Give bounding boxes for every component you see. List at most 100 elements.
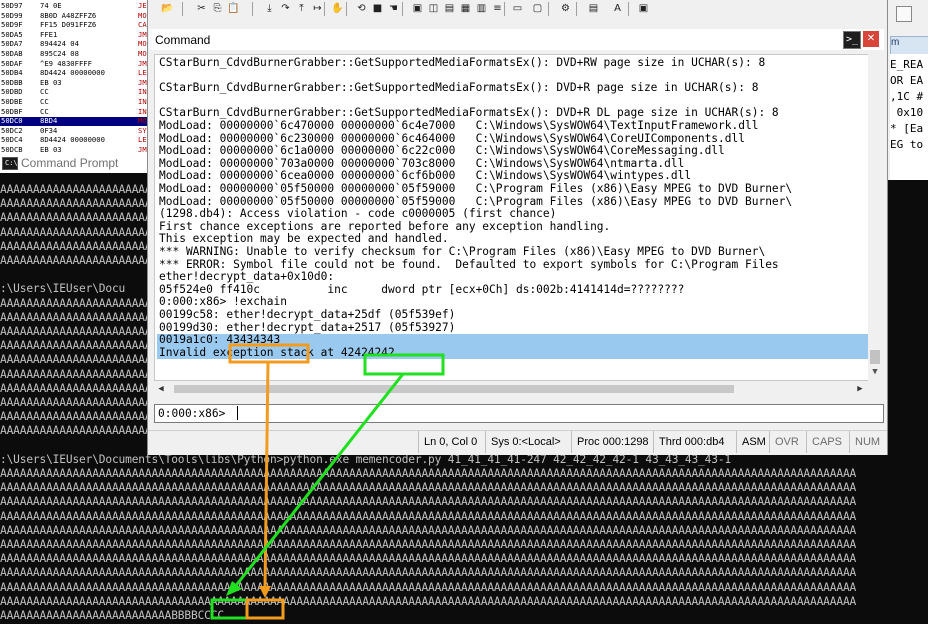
toolbar-separator xyxy=(346,2,347,16)
options-icon[interactable]: ⚙ xyxy=(558,1,573,16)
console-line: AAAAAAAAAAAAAAAAAAAAAAAAAAAAAAAAAAAAAAAA… xyxy=(0,523,857,537)
disassembly-row[interactable]: 50DAF ^E9 4830FFFF JM xyxy=(0,58,147,68)
scroll-down-icon[interactable]: ▼ xyxy=(868,365,882,379)
copy-icon[interactable]: ⎘ xyxy=(210,1,225,16)
registers-icon[interactable]: ▦ xyxy=(458,1,473,16)
disassembly-bytes: 8D4424 00000000 xyxy=(40,68,105,78)
output-line: CStarBurn_CdvdBurnerGrabber::GetSupporte… xyxy=(159,81,759,95)
console-line: AAAAAAAAAAAAAAAAAAAAAAAAAA xyxy=(0,410,172,424)
output-line: ModLoad: 00000000`6c1a0000 00000000`6c22… xyxy=(159,144,725,158)
console-line: AAAAAAAAAAAAAAAAAAAAAAAAAAAAAAAAAAAAAAAA… xyxy=(0,594,857,608)
command-input[interactable] xyxy=(237,406,868,420)
console-line: AAAAAAAAAAAAAAAAAAAAAAAAAA xyxy=(0,183,172,196)
disassembly-row[interactable]: 50DCB EB 03 JM xyxy=(0,145,147,153)
restart-icon[interactable]: ⟲ xyxy=(354,1,369,16)
scroll-right-icon[interactable]: ▶ xyxy=(853,382,867,396)
locals-icon[interactable]: ▤ xyxy=(442,1,457,16)
disassembly-bytes: 8BD4 xyxy=(40,116,58,126)
console-line: AAAAAAAAAAAAAAAAAAAAAAAAAA xyxy=(0,424,172,438)
command-window-titlebar[interactable]: Command >_ ✕ xyxy=(149,29,884,50)
disassembly-address: 50DCB xyxy=(1,145,23,153)
disassembly-icon[interactable]: ▭ xyxy=(510,1,525,16)
open-icon[interactable]: 📂 xyxy=(160,1,175,16)
disassembly-row[interactable]: 50DC4 8D4424 00000000 LE xyxy=(0,135,147,145)
disassembly-address: 50DA5 xyxy=(1,29,23,39)
status-caps: CAPS xyxy=(806,431,842,453)
console-line: AAAAAAAAAAAAAAAAAAAAAAAAAAAAAAAAAAAAAAAA… xyxy=(0,481,857,495)
disassembly-address: 50DC2 xyxy=(1,125,23,135)
console-line: AAAAAAAAAAAAAAAAAAAAAAAAAA xyxy=(0,225,172,239)
disassembly-row[interactable]: 50DA7 894424 04 MO xyxy=(0,39,147,48)
memory-icon[interactable]: ▥ xyxy=(474,1,489,16)
disassembly-row[interactable]: 50DC2 0F34 SY xyxy=(0,125,147,135)
disassembly-row[interactable]: 50DBE CC IN xyxy=(0,97,147,106)
paste-icon[interactable]: 📋 xyxy=(226,1,241,16)
disassembly-mnemonic: IN xyxy=(138,106,147,116)
disassembly-address: 50D99 xyxy=(1,10,23,20)
editor-code-line: ,1C # xyxy=(890,90,924,103)
run-to-cursor-icon[interactable]: ↦ xyxy=(310,1,325,16)
console-line: AAAAAAAAAAAAAAAAAAAAAAAAAAAAAAAAAAAAAAAA… xyxy=(0,467,857,480)
horizontal-scrollbar[interactable]: ◀ ▶ xyxy=(154,382,867,396)
horizontal-scrollbar-thumb[interactable] xyxy=(174,385,734,393)
cut-icon[interactable]: ✂ xyxy=(194,1,209,16)
console-line: AAAAAAAAAAAAAAAAAAAAAAAAAA xyxy=(0,211,172,225)
command-output-pane[interactable]: CStarBurn_CdvdBurnerGrabber::GetSupporte… xyxy=(154,54,869,381)
disassembly-row[interactable]: 50DAB 895C24 08 MO xyxy=(0,49,147,58)
disassembly-row[interactable]: 50DC0 8BD4 MO xyxy=(0,116,147,126)
disassembly-address: 50DBE xyxy=(1,97,23,106)
disassembly-bytes: EB 03 xyxy=(40,145,62,153)
disassembly-row[interactable]: 50D97 74 0E JE xyxy=(0,1,147,10)
disassembly-bytes: 8D4424 00000000 xyxy=(40,135,105,145)
command-window-icon[interactable]: ▣ xyxy=(410,1,425,16)
disassembly-address: 50DAF xyxy=(1,58,23,68)
scroll-left-icon[interactable]: ◀ xyxy=(154,382,168,396)
console-line: AAAAAAAAAAAAAAAAAAAAAAAAAA xyxy=(0,239,172,253)
output-line: CStarBurn_CdvdBurnerGrabber::GetSupporte… xyxy=(159,56,766,69)
disassembly-row[interactable]: 50D9F FF15 D091FFZ6 CA xyxy=(0,20,147,29)
vertical-scrollbar[interactable]: ▼ xyxy=(868,54,882,381)
command-prompt-titlebar[interactable]: C:\ Command Prompt xyxy=(0,153,147,173)
console-line: AAAAAAAAAAAAAAAAAAAAAAAAAA xyxy=(0,325,172,338)
background-editor-window[interactable]: m E_REA OR EA ,1C # 0x10 * [Ea EG to xyxy=(886,0,928,180)
disassembly-row[interactable]: 50D99 8B0D A48ZFFZ6 MO xyxy=(0,10,147,20)
hand-icon[interactable]: ☚ xyxy=(386,1,401,16)
editor-code-line: * [Ea xyxy=(890,122,924,135)
properties-icon[interactable]: ▣ xyxy=(636,1,651,16)
font-icon[interactable]: A xyxy=(610,1,625,16)
editor-tab[interactable]: m xyxy=(890,36,928,55)
disassembly-mnemonic: JM xyxy=(138,77,147,87)
disassembly-mnemonic: LE xyxy=(138,135,147,145)
editor-toolbar-button[interactable] xyxy=(896,6,912,22)
disassembly-row[interactable]: 50DBB EB 03 JM xyxy=(0,77,147,87)
disassembly-row[interactable]: 50DB4 8D4424 00000000 LE xyxy=(0,68,147,78)
output-line: ModLoad: 00000000`6c470000 00000000`6c4e… xyxy=(159,119,759,132)
disassembly-row[interactable]: 50DA5 FFE1 JM xyxy=(0,29,147,39)
step-into-icon[interactable]: ⤓ xyxy=(262,1,277,16)
dock-button[interactable]: >_ xyxy=(843,31,861,49)
call-stack-icon[interactable]: ≡ xyxy=(490,1,505,16)
windbg-window[interactable]: 📂 ✂ ⎘ 📋 ⤓ ↷ ⤒ ↦ ✋ ⟲ ■ ☚ ▣ ◫ ▤ ▦ ▥ ≡ ▭ ▢ ⚙ ▤ A ▣ Command >_ ✕ CS… xyxy=(147,0,888,455)
close-button[interactable]: ✕ xyxy=(863,31,879,47)
disassembly-bytes: 74 0E xyxy=(40,1,62,10)
output-line: (1298.db4): Access violation - code c000… xyxy=(159,207,557,221)
editor-code-line: EG to xyxy=(890,138,924,151)
step-over-icon[interactable]: ↷ xyxy=(278,1,293,16)
disassembly-address: 50DBD xyxy=(1,87,23,97)
console-line: AAAAAAAAAAAAAAAAAAAAAAAAAA xyxy=(0,254,172,267)
stop-icon[interactable]: ■ xyxy=(370,1,385,16)
scrollbar-thumb[interactable] xyxy=(870,350,880,364)
command-input-row: 0:000:x86> xyxy=(154,404,884,423)
disassembly-row[interactable]: 50DBF CC IN xyxy=(0,106,147,116)
command-prompt-title: Command Prompt xyxy=(21,156,119,170)
disassembly-pane[interactable]: 50D97 74 0E JE 50D99 8B0D A48ZFFZ6 MO 50D9F FF1… xyxy=(0,0,147,153)
output-line: 00199c58: ether!decrypt_data+25df (05f53… xyxy=(159,308,456,321)
disassembly-row[interactable]: 50DBD CC IN xyxy=(0,87,147,97)
watch-icon[interactable]: ◫ xyxy=(426,1,441,16)
toolbar-separator xyxy=(548,2,549,16)
step-out-icon[interactable]: ⤒ xyxy=(294,1,309,16)
source-mode-icon[interactable]: ▤ xyxy=(586,1,601,16)
scratch-pad-icon[interactable]: ▢ xyxy=(530,1,545,16)
break-icon[interactable]: ✋ xyxy=(330,1,345,16)
command-prompt-label: 0:000:x86> xyxy=(158,407,226,420)
